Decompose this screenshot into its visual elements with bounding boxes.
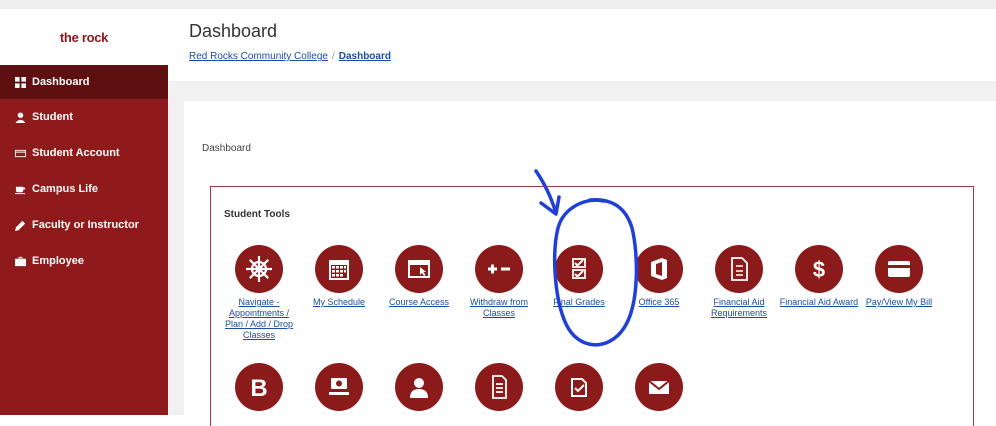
- tool-fa-award-button[interactable]: $: [795, 245, 843, 293]
- student-tools-panel: Student Tools Navigate - Appointments / …: [210, 186, 974, 426]
- tool-row2-person[interactable]: [379, 363, 459, 411]
- sidebar-item-label: Faculty or Instructor: [32, 219, 139, 231]
- tool-course-access-label[interactable]: Course Access: [379, 297, 459, 308]
- content-label: Dashboard: [202, 143, 251, 154]
- tool-fa-requirements[interactable]: Financial Aid Requirements: [699, 245, 779, 319]
- tool-navigate[interactable]: Navigate - Appointments / Plan / Add / D…: [219, 245, 299, 341]
- sidebar-item-employee[interactable]: Employee: [0, 243, 168, 279]
- money-hand-icon: [329, 378, 349, 395]
- browser-window-icon: [408, 260, 430, 278]
- tool-office-365[interactable]: Office 365: [619, 245, 699, 308]
- main-area: Dashboard Red Rocks Community College / Da…: [168, 9, 996, 426]
- sidebar-item-dashboard[interactable]: Dashboard: [0, 65, 168, 99]
- tool-fa-award[interactable]: $ Financial Aid Award: [779, 245, 859, 308]
- brand-name: the rock: [59, 29, 109, 45]
- file-icon: [492, 375, 507, 399]
- edit-check-icon: [571, 378, 587, 397]
- dollar-icon: $: [813, 257, 825, 282]
- sidebar-item-label: Dashboard: [32, 76, 90, 88]
- brand-logo[interactable]: the rock: [0, 9, 168, 65]
- tool-pay-bill[interactable]: Pay/View My Bill: [859, 245, 939, 308]
- credit-card-icon: [888, 261, 910, 277]
- sidebar-item-faculty[interactable]: Faculty or Instructor: [0, 207, 168, 243]
- tool-person-button[interactable]: [395, 363, 443, 411]
- tool-final-grades-label[interactable]: Final Grades: [539, 297, 619, 308]
- user-icon: [14, 111, 26, 123]
- tool-b-logo-button[interactable]: B: [235, 363, 283, 411]
- sidebar-item-student-account[interactable]: Student Account: [0, 135, 168, 171]
- svg-text:$: $: [813, 257, 825, 282]
- document-icon: [731, 257, 748, 281]
- breadcrumb-separator: /: [331, 51, 335, 62]
- card-icon: [14, 147, 26, 159]
- tool-mail-button[interactable]: [635, 363, 683, 411]
- tool-office-365-label[interactable]: Office 365: [619, 297, 699, 308]
- sidebar-item-campus-life[interactable]: Campus Life: [0, 171, 168, 207]
- student-tools-title: Student Tools: [224, 209, 290, 220]
- tool-row2-money[interactable]: [299, 363, 379, 411]
- ship-wheel-icon: [246, 256, 272, 282]
- tool-my-schedule-label[interactable]: My Schedule: [299, 297, 379, 308]
- b-logo-icon: B: [250, 375, 267, 401]
- tool-fa-award-label[interactable]: Financial Aid Award: [779, 297, 859, 308]
- tool-row2-file[interactable]: [459, 363, 539, 411]
- tool-navigate-label[interactable]: Navigate - Appointments / Plan / Add / D…: [219, 297, 299, 341]
- checklist-icon: [572, 258, 586, 279]
- sidebar-item-student[interactable]: Student: [0, 99, 168, 135]
- breadcrumb: Red Rocks Community College / Dashboard: [189, 51, 391, 62]
- tool-pay-bill-button[interactable]: [875, 245, 923, 293]
- briefcase-icon: [14, 255, 26, 267]
- tool-pay-bill-label[interactable]: Pay/View My Bill: [859, 297, 939, 308]
- tool-row2-mail[interactable]: [619, 363, 699, 411]
- sidebar-item-label: Campus Life: [32, 183, 99, 195]
- page-header: Dashboard Red Rocks Community College / Da…: [168, 9, 996, 81]
- tool-row2-b-logo[interactable]: B: [219, 363, 299, 411]
- tool-withdraw[interactable]: Withdraw from Classes: [459, 245, 539, 319]
- sidebar-item-label: Student: [32, 111, 73, 123]
- pencil-icon: [14, 219, 26, 231]
- office-icon: [651, 258, 667, 280]
- svg-text:B: B: [250, 375, 267, 401]
- tool-edit-button[interactable]: [555, 363, 603, 411]
- tool-row2-edit[interactable]: [539, 363, 619, 411]
- page-title: Dashboard: [189, 21, 278, 41]
- tool-money-button[interactable]: [315, 363, 363, 411]
- tool-final-grades[interactable]: Final Grades: [539, 245, 619, 308]
- tool-file-button[interactable]: [475, 363, 523, 411]
- tool-navigate-button[interactable]: [235, 245, 283, 293]
- tool-final-grades-button[interactable]: [555, 245, 603, 293]
- breadcrumb-root-link[interactable]: Red Rocks Community College: [189, 51, 328, 62]
- top-bar: [0, 0, 996, 9]
- tool-course-access-button[interactable]: [395, 245, 443, 293]
- coffee-icon: [14, 183, 26, 195]
- sidebar: the rock Dashboard Student Student Accou…: [0, 9, 168, 415]
- person-icon: [410, 378, 428, 398]
- tool-withdraw-button[interactable]: [475, 245, 523, 293]
- tool-fa-requirements-label[interactable]: Financial Aid Requirements: [699, 297, 779, 319]
- tool-fa-requirements-button[interactable]: [715, 245, 763, 293]
- breadcrumb-current-link[interactable]: Dashboard: [339, 51, 391, 62]
- tool-my-schedule[interactable]: My Schedule: [299, 245, 379, 308]
- sidebar-item-label: Student Account: [32, 147, 120, 159]
- tool-course-access[interactable]: Course Access: [379, 245, 459, 308]
- tool-withdraw-label[interactable]: Withdraw from Classes: [459, 297, 539, 319]
- sidebar-item-label: Employee: [32, 255, 84, 267]
- content-panel: Dashboard Student Tools Navigate - Appoi…: [184, 101, 996, 426]
- tool-my-schedule-button[interactable]: [315, 245, 363, 293]
- grid-icon: [14, 76, 26, 88]
- plus-minus-icon: [488, 264, 510, 274]
- tool-office-365-button[interactable]: [635, 245, 683, 293]
- envelope-icon: [648, 380, 670, 394]
- calendar-icon: [329, 260, 349, 280]
